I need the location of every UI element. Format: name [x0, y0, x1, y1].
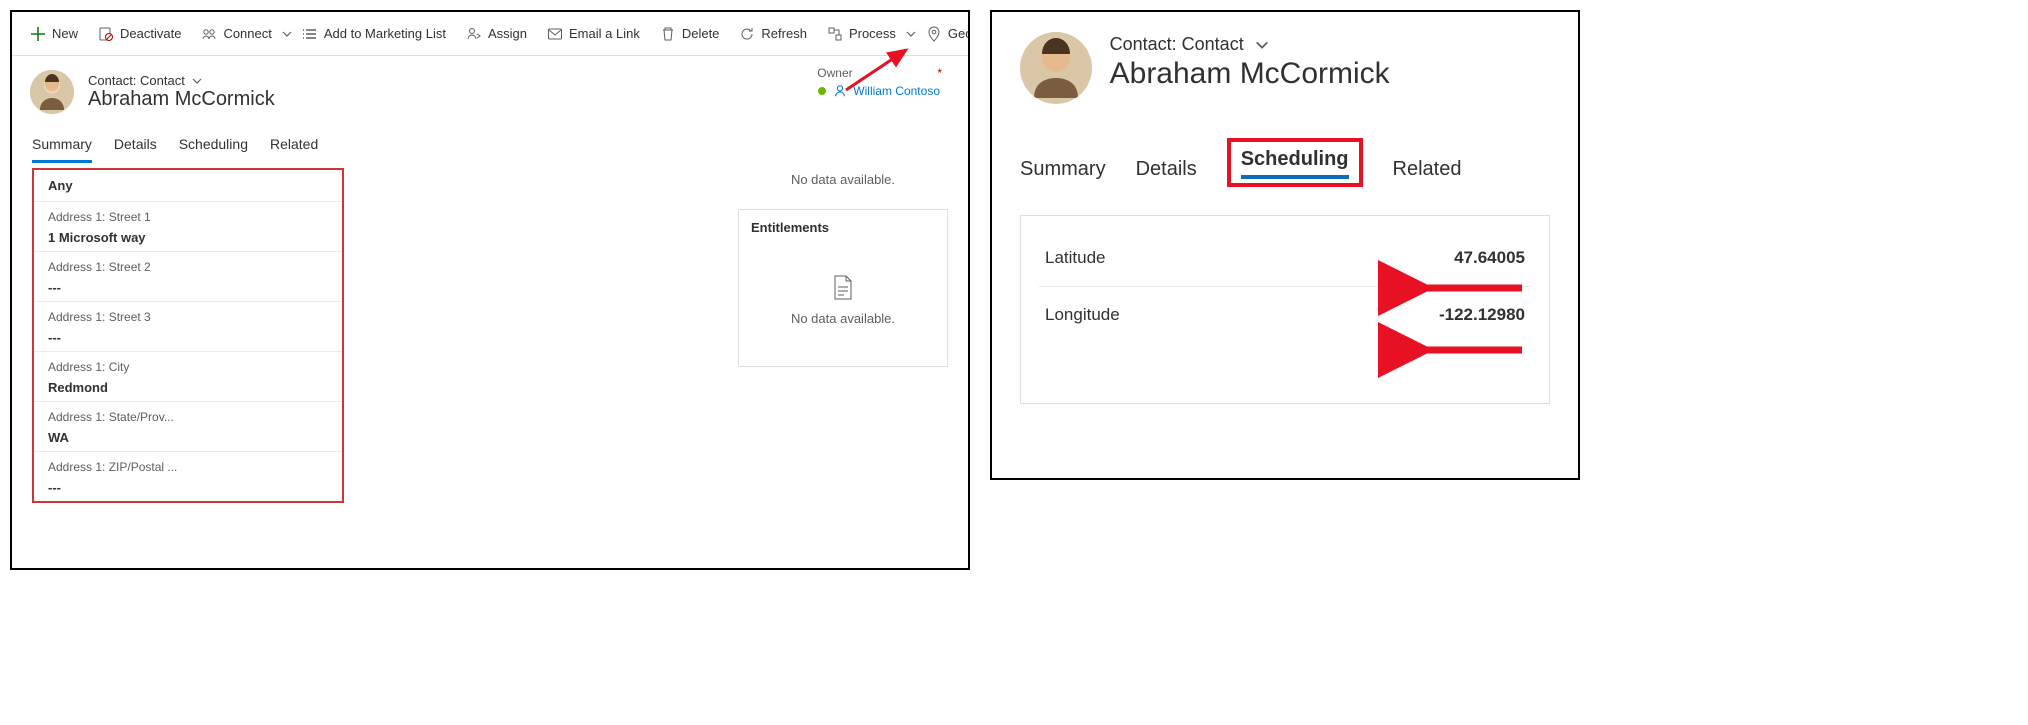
no-data-text: No data available.: [738, 172, 948, 187]
geo-code-button[interactable]: Geo Code: [916, 12, 970, 55]
tab-related[interactable]: Related: [1393, 158, 1462, 187]
tab-details[interactable]: Details: [114, 130, 157, 163]
longitude-value: -122.12980: [1439, 305, 1525, 325]
record-header: Contact: Contact Abraham McCormick: [1020, 32, 1550, 104]
connect-chevron[interactable]: [282, 29, 292, 39]
geo-code-label: Geo Code: [948, 26, 970, 41]
owner-name: William Contoso: [853, 84, 940, 98]
side-column: No data available. Entitlements No data …: [738, 164, 968, 503]
tab-details[interactable]: Details: [1136, 158, 1197, 187]
field-label: Address 1: State/Prov...: [48, 406, 328, 424]
new-button[interactable]: New: [20, 12, 88, 55]
process-button[interactable]: Process: [817, 12, 906, 55]
presence-icon: [817, 86, 827, 96]
breadcrumb[interactable]: Contact: Contact: [88, 73, 275, 88]
person-icon: [833, 84, 847, 98]
field-street3[interactable]: Address 1: Street 3 ---: [34, 301, 342, 351]
field-street2[interactable]: Address 1: Street 2 ---: [34, 251, 342, 301]
connect-button[interactable]: Connect: [191, 12, 281, 55]
field-city[interactable]: Address 1: City Redmond: [34, 351, 342, 401]
email-icon: [547, 26, 563, 42]
refresh-button[interactable]: Refresh: [729, 12, 817, 55]
chevron-down-icon: [1254, 37, 1270, 53]
latitude-value: 47.64005: [1454, 248, 1525, 268]
tab-summary[interactable]: Summary: [32, 130, 92, 163]
connect-icon: [201, 26, 217, 42]
record-header: Contact: Contact Abraham McCormick Owner…: [12, 56, 968, 120]
tab-related[interactable]: Related: [270, 130, 318, 163]
process-label: Process: [849, 26, 896, 41]
trash-icon: [660, 26, 676, 42]
field-value: ---: [48, 274, 328, 295]
breadcrumb-text: Contact: Contact: [1110, 34, 1244, 55]
plus-icon: [30, 26, 46, 42]
process-icon: [827, 26, 843, 42]
tab-scheduling[interactable]: Scheduling: [179, 130, 248, 163]
deactivate-label: Deactivate: [120, 26, 181, 41]
longitude-label: Longitude: [1045, 305, 1120, 325]
field-label: Address 1: Street 3: [48, 306, 328, 324]
assign-button[interactable]: Assign: [456, 12, 537, 55]
refresh-label: Refresh: [761, 26, 807, 41]
field-value: Redmond: [48, 374, 328, 395]
document-icon: [751, 275, 935, 301]
deactivate-icon: [98, 26, 114, 42]
field-value: ---: [48, 324, 328, 345]
left-screenshot: New Deactivate Connect Add to Marketing …: [10, 10, 970, 570]
coordinates-card: Latitude 47.64005 Longitude -122.12980: [1020, 215, 1550, 404]
tab-summary[interactable]: Summary: [1020, 158, 1106, 187]
avatar: [30, 70, 74, 114]
address-form-highlight: Any Address 1: Street 1 1 Microsoft way …: [32, 168, 344, 503]
email-link-label: Email a Link: [569, 26, 640, 41]
map-pin-icon: [926, 26, 942, 42]
owner-label: Owner: [817, 66, 852, 80]
add-to-marketing-label: Add to Marketing List: [324, 26, 446, 41]
record-name: Abraham McCormick: [1110, 57, 1390, 91]
field-label: Address 1: Street 2: [48, 256, 328, 274]
latitude-label: Latitude: [1045, 248, 1106, 268]
chevron-down-icon: [191, 75, 203, 87]
tab-bar: Summary Details Scheduling Related: [1020, 138, 1550, 187]
required-star: *: [937, 66, 942, 80]
entitlements-card: Entitlements No data available.: [738, 209, 948, 367]
field-zip[interactable]: Address 1: ZIP/Postal ... ---: [34, 451, 342, 501]
field-value: 1 Microsoft way: [48, 224, 328, 245]
delete-button[interactable]: Delete: [650, 12, 730, 55]
form-body: Any Address 1: Street 1 1 Microsoft way …: [12, 164, 968, 503]
tab-bar: Summary Details Scheduling Related: [12, 120, 968, 164]
field-state[interactable]: Address 1: State/Prov... WA: [34, 401, 342, 451]
owner-value[interactable]: William Contoso: [817, 84, 940, 98]
record-name: Abraham McCormick: [88, 88, 275, 111]
field-value: ---: [48, 474, 328, 495]
list-icon: [302, 26, 318, 42]
right-screenshot: Contact: Contact Abraham McCormick Summa…: [990, 10, 1580, 480]
latitude-row[interactable]: Latitude 47.64005: [1039, 230, 1531, 287]
email-link-button[interactable]: Email a Link: [537, 12, 650, 55]
refresh-icon: [739, 26, 755, 42]
add-to-marketing-button[interactable]: Add to Marketing List: [292, 12, 456, 55]
assign-label: Assign: [488, 26, 527, 41]
avatar: [1020, 32, 1092, 104]
tab-scheduling[interactable]: Scheduling: [1241, 148, 1349, 179]
field-label: Address 1: City: [48, 356, 328, 374]
owner-field: Owner * William Contoso: [817, 66, 940, 98]
no-data-text-2: No data available.: [751, 311, 935, 326]
breadcrumb-text: Contact: Contact: [88, 73, 185, 88]
field-value: WA: [48, 424, 328, 445]
field-street1[interactable]: Address 1: Street 1 1 Microsoft way: [34, 201, 342, 251]
entitlements-title: Entitlements: [751, 220, 935, 235]
form-section-head: Any: [34, 170, 342, 201]
delete-label: Delete: [682, 26, 720, 41]
command-bar: New Deactivate Connect Add to Marketing …: [12, 12, 968, 56]
new-label: New: [52, 26, 78, 41]
assign-icon: [466, 26, 482, 42]
process-chevron[interactable]: [906, 29, 916, 39]
breadcrumb[interactable]: Contact: Contact: [1110, 34, 1390, 55]
deactivate-button[interactable]: Deactivate: [88, 12, 191, 55]
annotation-highlight-box: Scheduling: [1227, 138, 1363, 187]
longitude-row[interactable]: Longitude -122.12980: [1039, 287, 1531, 343]
connect-label: Connect: [223, 26, 271, 41]
field-label: Address 1: Street 1: [48, 206, 328, 224]
field-label: Address 1: ZIP/Postal ...: [48, 456, 328, 474]
